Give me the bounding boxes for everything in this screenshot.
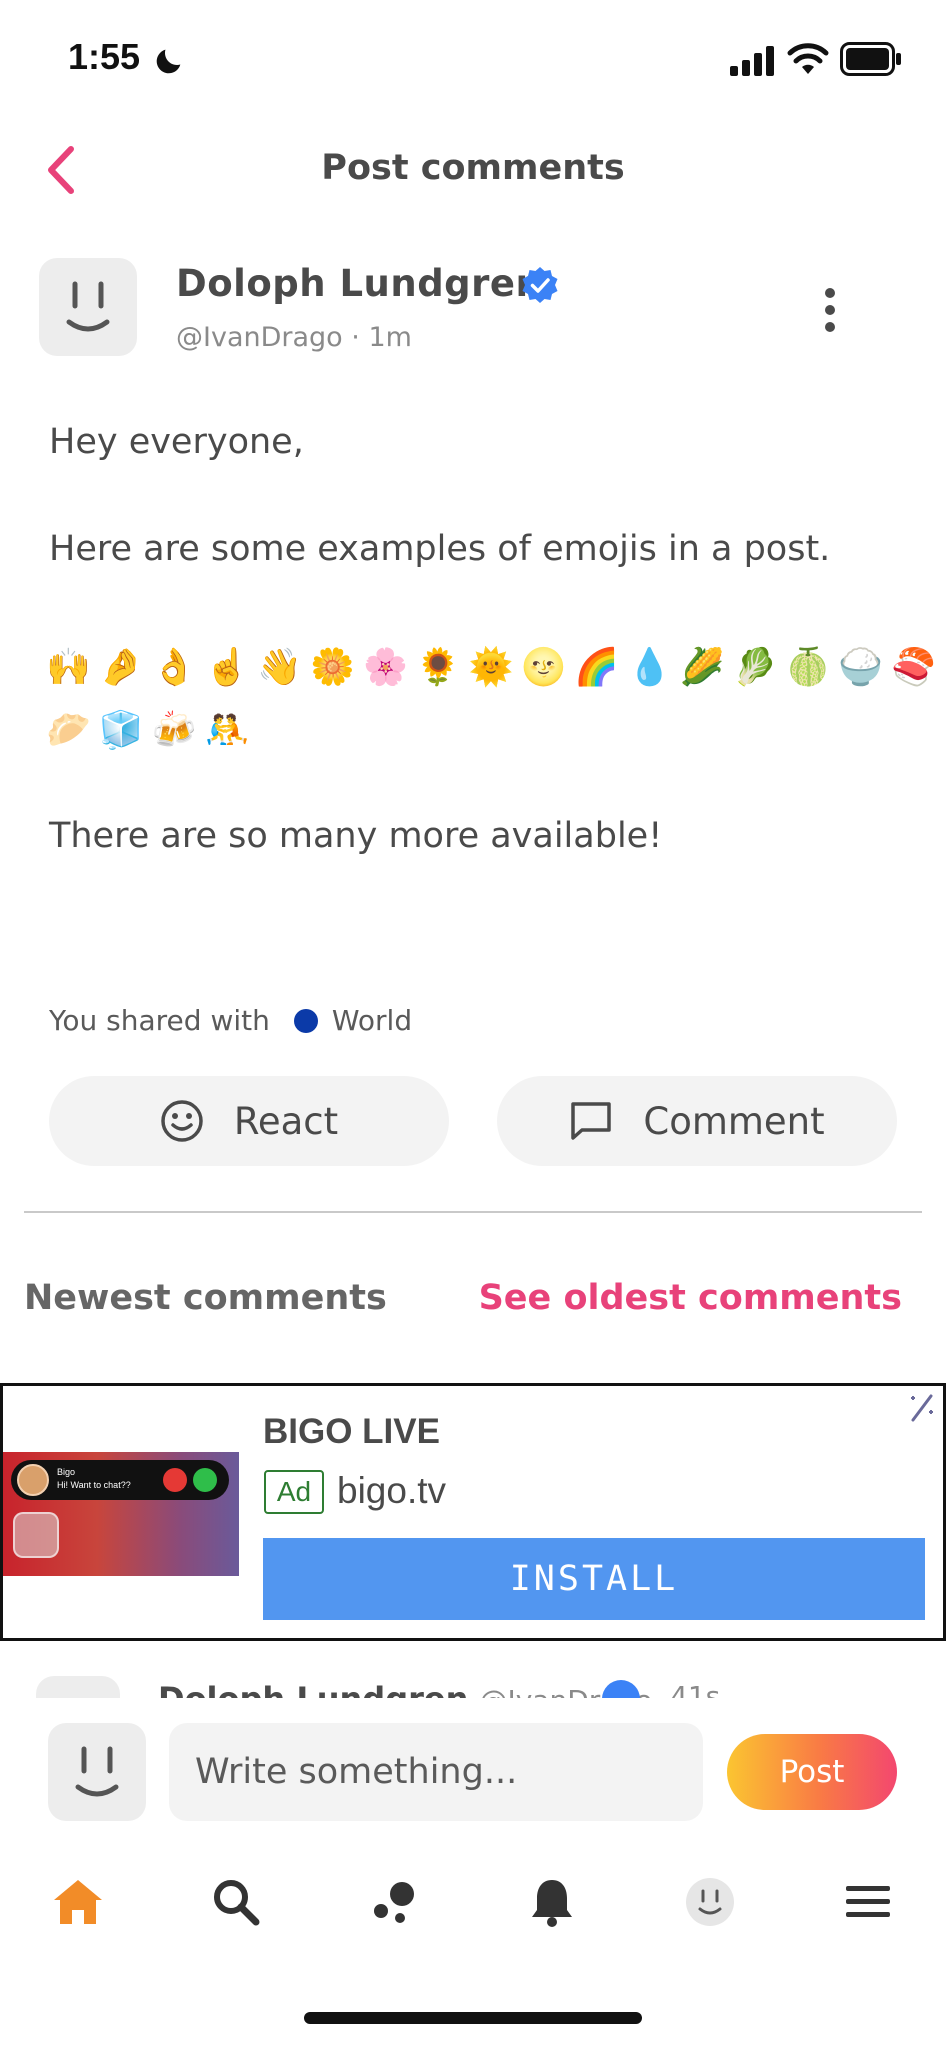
moon-icon <box>156 49 181 74</box>
signal-icon <box>730 46 774 76</box>
menu-icon <box>846 1886 890 1917</box>
dot-icon <box>825 288 835 298</box>
divider <box>24 1211 922 1213</box>
shared-label: You shared with <box>49 1004 270 1037</box>
emoji-row: 🙌🤌👌☝️👋🌼🌸🌻🌞🌝🌈💧🌽🥬🍈🍚🍣 <box>46 647 945 688</box>
post-button[interactable]: Post <box>727 1734 897 1810</box>
ad-domain: bigo.tv <box>337 1470 447 1511</box>
newest-comments-label: Newest comments <box>24 1278 387 1318</box>
verified-badge-icon <box>522 267 558 303</box>
commenter-name[interactable]: Doloph Lundgren @IvanDrago <box>158 1680 652 1698</box>
post-greeting: Hey everyone, <box>49 422 304 462</box>
home-icon <box>54 1880 102 1924</box>
smiley-face-icon <box>66 281 110 332</box>
profile-icon <box>686 1878 734 1926</box>
nav-menu[interactable] <box>840 1874 896 1930</box>
commenter-avatar[interactable] <box>36 1676 120 1698</box>
post-text-line: Here are some examples of emojis in a po… <box>49 529 831 569</box>
ad-badge: Ad <box>264 1470 324 1514</box>
nav-discover[interactable] <box>366 1874 422 1930</box>
ad-title[interactable]: BIGO LIVE <box>263 1412 440 1452</box>
install-button[interactable]: INSTALL <box>263 1538 925 1620</box>
status-bar: 1:55 <box>0 0 946 120</box>
see-oldest-comments-link[interactable]: See oldest comments <box>479 1278 902 1318</box>
dot-icon <box>825 322 835 332</box>
app-icon <box>13 1512 59 1558</box>
author-meta: @IvanDrago · 1m <box>176 322 412 353</box>
shared-with: You shared with World <box>49 1004 412 1037</box>
emoji-row: 🥟🧊🍻🤼 <box>46 710 258 751</box>
nav-notifications[interactable] <box>524 1874 580 1930</box>
nav-profile[interactable] <box>682 1874 738 1930</box>
comment-label: Comment <box>643 1099 825 1143</box>
ad-call-message: Hi! Want to chat?? <box>57 1480 131 1490</box>
dot-icon <box>825 305 835 315</box>
ad-choices-icon[interactable] <box>907 1392 937 1422</box>
battery-icon <box>840 42 901 76</box>
commenter-name-text: Doloph Lundgren <box>158 1680 468 1698</box>
composer-avatar[interactable] <box>48 1723 146 1821</box>
shared-audience[interactable]: World <box>332 1004 412 1037</box>
ad-banner[interactable]: Bigo Hi! Want to chat?? BIGO LIVE Ad big… <box>0 1383 946 1641</box>
world-icon <box>293 1008 318 1033</box>
status-time: 1:55 <box>68 36 141 77</box>
nav-home[interactable] <box>50 1874 106 1930</box>
post-text-line: There are so many more available! <box>49 816 663 856</box>
accept-call-icon <box>193 1468 217 1492</box>
react-label: React <box>233 1099 339 1143</box>
decline-call-icon <box>163 1468 187 1492</box>
ad-call-text: Bigo Hi! Want to chat?? <box>57 1466 131 1492</box>
wifi-icon <box>787 43 829 74</box>
comment-input[interactable] <box>169 1723 703 1821</box>
header: Post comments <box>0 130 946 210</box>
react-button[interactable]: React <box>49 1076 449 1166</box>
bottom-nav <box>0 1860 946 1940</box>
ad-caller-avatar <box>17 1464 49 1496</box>
more-options-button[interactable] <box>810 282 850 338</box>
author-name[interactable]: Doloph Lundgren <box>176 262 542 305</box>
comment-age: 41s <box>670 1680 721 1698</box>
comment-item: Doloph Lundgren @IvanDrago 41s <box>0 1672 946 1698</box>
smile-icon <box>161 1100 203 1142</box>
ad-call-bar: Bigo Hi! Want to chat?? <box>11 1460 229 1500</box>
smiley-face-icon <box>75 1746 119 1797</box>
comment-button[interactable]: Comment <box>497 1076 897 1166</box>
ad-caller-name: Bigo <box>57 1467 76 1477</box>
ad-image[interactable]: Bigo Hi! Want to chat?? <box>3 1452 239 1576</box>
page-title: Post comments <box>321 148 625 188</box>
home-indicator[interactable] <box>304 2012 642 2024</box>
search-icon <box>214 1880 260 1926</box>
discover-icon <box>374 1882 414 1923</box>
nav-search[interactable] <box>208 1874 264 1930</box>
comment-bubble-icon <box>571 1102 612 1140</box>
author-avatar[interactable] <box>39 258 137 356</box>
bell-icon <box>532 1880 572 1927</box>
